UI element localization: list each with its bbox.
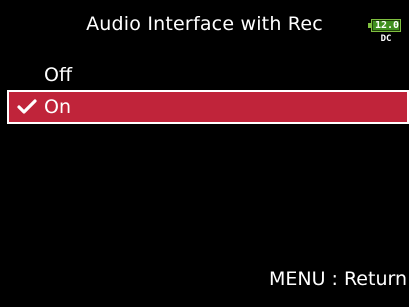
option-on-label: On	[44, 96, 71, 118]
check-icon	[17, 99, 37, 114]
option-off-label: Off	[44, 64, 73, 86]
battery-icon: 12.0	[371, 19, 401, 32]
page-title: Audio Interface with Rec	[86, 13, 323, 35]
battery-indicator: 12.0 DC	[368, 19, 404, 45]
header: Audio Interface with Rec 12.0 DC	[0, 0, 409, 56]
option-on-selected[interactable]: On	[7, 90, 409, 124]
device-screen: Audio Interface with Rec 12.0 DC Off On …	[0, 0, 409, 307]
power-source-label: DC	[380, 34, 392, 44]
menu-return-hint[interactable]: MENU : Return	[269, 268, 407, 290]
option-off[interactable]: Off	[0, 58, 409, 92]
battery-voltage: 12.0	[374, 20, 400, 31]
footer: MENU : Return	[0, 268, 409, 298]
